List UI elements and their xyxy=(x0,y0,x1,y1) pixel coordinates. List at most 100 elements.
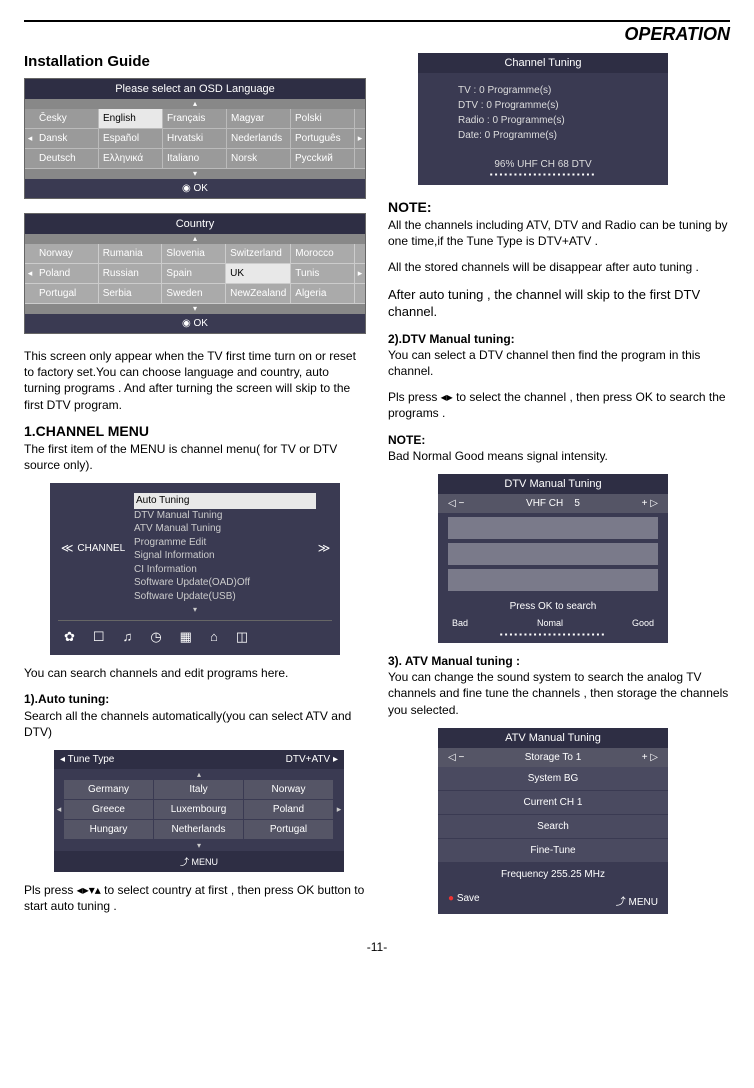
music-icon[interactable]: ♫ xyxy=(123,629,133,645)
chevron-left-icon[interactable]: ◁ − xyxy=(448,752,464,763)
chevron-right-icon[interactable]: + ▷ xyxy=(642,498,658,509)
country-option[interactable]: UK xyxy=(226,264,291,284)
monitor-icon[interactable]: ☐ xyxy=(93,629,105,645)
country-option[interactable]: Rumania xyxy=(99,244,163,264)
box-icon[interactable]: ◫ xyxy=(236,629,248,645)
channel-menu-item[interactable]: DTV Manual Tuning xyxy=(134,509,316,523)
ok-button[interactable]: OK xyxy=(25,314,365,333)
language-option[interactable]: Deutsch xyxy=(35,149,99,169)
tune-country-option[interactable]: Greece xyxy=(64,800,154,820)
channel-menu-item[interactable]: ATV Manual Tuning xyxy=(134,522,316,536)
channel-menu-box: CHANNEL Auto TuningDTV Manual TuningATV … xyxy=(50,483,340,655)
country-option[interactable]: Algeria xyxy=(291,284,355,304)
gear-icon[interactable]: ✿ xyxy=(64,629,75,645)
chevron-right-icon[interactable]: ≫ xyxy=(316,491,332,605)
chevron-left-icon[interactable]: ◂ xyxy=(54,780,64,840)
tune-country-option[interactable]: Italy xyxy=(154,780,244,800)
tune-country-option[interactable]: Norway xyxy=(244,780,334,800)
language-option[interactable]: Français xyxy=(163,109,227,129)
tune-type-value[interactable]: DTV+ATV xyxy=(286,754,338,765)
tune-type-label: Tune Type xyxy=(60,754,114,765)
chevron-right-icon[interactable] xyxy=(355,109,365,129)
channel-menu-item[interactable]: Software Update(OAD)Off xyxy=(134,576,316,590)
channel-menu-item[interactable]: Software Update(USB) xyxy=(134,590,316,604)
dtv-manual-heading: 2).DTV Manual tuning: xyxy=(388,332,515,346)
current-ch[interactable]: Current CH 1 xyxy=(438,791,668,815)
search-button[interactable]: Search xyxy=(438,815,668,839)
chevron-left-icon[interactable] xyxy=(25,244,35,264)
system-bg[interactable]: System BG xyxy=(438,767,668,791)
chevron-right-icon[interactable] xyxy=(355,284,365,304)
country-option[interactable]: Poland xyxy=(35,264,99,284)
tune-country-option[interactable]: Netherlands xyxy=(154,820,244,840)
triangle-down-icon[interactable]: ▾ xyxy=(25,304,365,314)
save-button[interactable]: ● Save xyxy=(448,893,480,908)
press-channel-paragraph: Pls press ◂▸ to select the channel , the… xyxy=(388,389,730,421)
tune-country-option[interactable]: Hungary xyxy=(64,820,154,840)
chevron-left-icon[interactable] xyxy=(25,284,35,304)
country-option[interactable]: Russian xyxy=(99,264,163,284)
note-2: All the stored channels will be disappea… xyxy=(388,259,730,275)
language-option[interactable]: English xyxy=(99,109,163,129)
country-option[interactable]: Slovenia xyxy=(162,244,226,264)
ok-button[interactable]: OK xyxy=(25,179,365,198)
language-option[interactable]: Hrvatski xyxy=(163,129,227,149)
language-option[interactable]: Nederlands xyxy=(227,129,291,149)
language-option[interactable]: Italiano xyxy=(163,149,227,169)
language-option[interactable]: Magyar xyxy=(227,109,291,129)
country-option[interactable]: Tunis xyxy=(291,264,355,284)
tune-country-option[interactable]: Germany xyxy=(64,780,154,800)
chevron-right-icon[interactable] xyxy=(355,244,365,264)
chevron-left-icon[interactable] xyxy=(25,149,35,169)
channel-menu-item[interactable]: CI Information xyxy=(134,563,316,577)
chevron-left-icon[interactable]: ◁ − xyxy=(448,498,464,509)
chevron-left-icon[interactable]: ◂ xyxy=(25,129,35,149)
triangle-down-icon[interactable]: ▾ xyxy=(25,169,365,179)
language-option[interactable]: Norsk xyxy=(227,149,291,169)
triangle-down-icon[interactable]: ▾ xyxy=(54,840,344,851)
tune-country-option[interactable]: Portugal xyxy=(244,820,334,840)
language-option[interactable]: Česky xyxy=(35,109,99,129)
chevron-left-icon[interactable]: ◂ xyxy=(25,264,35,284)
channel-menu-item[interactable]: Programme Edit xyxy=(134,536,316,550)
channel-menu-item[interactable]: Auto Tuning xyxy=(134,493,316,509)
triangle-down-icon[interactable]: ▾ xyxy=(58,605,332,614)
fine-tune-button[interactable]: Fine-Tune xyxy=(438,839,668,863)
triangle-up-icon[interactable]: ▴ xyxy=(25,234,365,244)
blank-row xyxy=(448,543,658,565)
menu-button[interactable]: ⤴ MENU xyxy=(616,893,658,908)
tune-country-option[interactable]: Luxembourg xyxy=(154,800,244,820)
channel-menu-item[interactable]: Signal Information xyxy=(134,549,316,563)
country-option[interactable]: Spain xyxy=(162,264,226,284)
country-option[interactable]: Switzerland xyxy=(226,244,291,264)
language-option[interactable]: Español xyxy=(99,129,163,149)
lock-icon[interactable]: ⌂ xyxy=(210,629,218,645)
country-option[interactable]: Serbia xyxy=(99,284,163,304)
language-option[interactable]: Ελληνικά xyxy=(99,149,163,169)
note-1: All the channels including ATV, DTV and … xyxy=(388,217,730,249)
chevron-right-icon[interactable]: ▸ xyxy=(334,780,344,840)
country-option[interactable]: Morocco xyxy=(291,244,355,264)
menu-footer[interactable]: ⤴ MENU xyxy=(54,851,344,872)
chevron-left-icon[interactable] xyxy=(25,109,35,129)
blank-row xyxy=(448,517,658,539)
language-option[interactable]: Português xyxy=(291,129,355,149)
country-option[interactable]: Portugal xyxy=(35,284,99,304)
country-option[interactable]: Norway xyxy=(35,244,99,264)
clock-icon[interactable]: ◷ xyxy=(150,629,161,645)
tune-country-option[interactable]: Poland xyxy=(244,800,334,820)
language-option[interactable]: Dansk xyxy=(35,129,99,149)
language-option[interactable]: Рycckий xyxy=(291,149,355,169)
country-option[interactable]: NewZealand xyxy=(226,284,291,304)
language-option[interactable]: Polski xyxy=(291,109,355,129)
chevron-right-icon[interactable]: + ▷ xyxy=(642,752,658,763)
chevron-right-icon[interactable] xyxy=(355,149,365,169)
note-heading-2: NOTE: xyxy=(388,433,425,447)
chevron-right-icon[interactable]: ▸ xyxy=(355,264,365,284)
triangle-up-icon[interactable]: ▴ xyxy=(54,769,344,780)
atv-manual-paragraph: You can change the sound system to searc… xyxy=(388,670,728,716)
grid-icon[interactable]: ▦ xyxy=(180,629,192,645)
triangle-up-icon[interactable]: ▴ xyxy=(25,99,365,109)
country-option[interactable]: Sweden xyxy=(162,284,226,304)
chevron-right-icon[interactable]: ▸ xyxy=(355,129,365,149)
